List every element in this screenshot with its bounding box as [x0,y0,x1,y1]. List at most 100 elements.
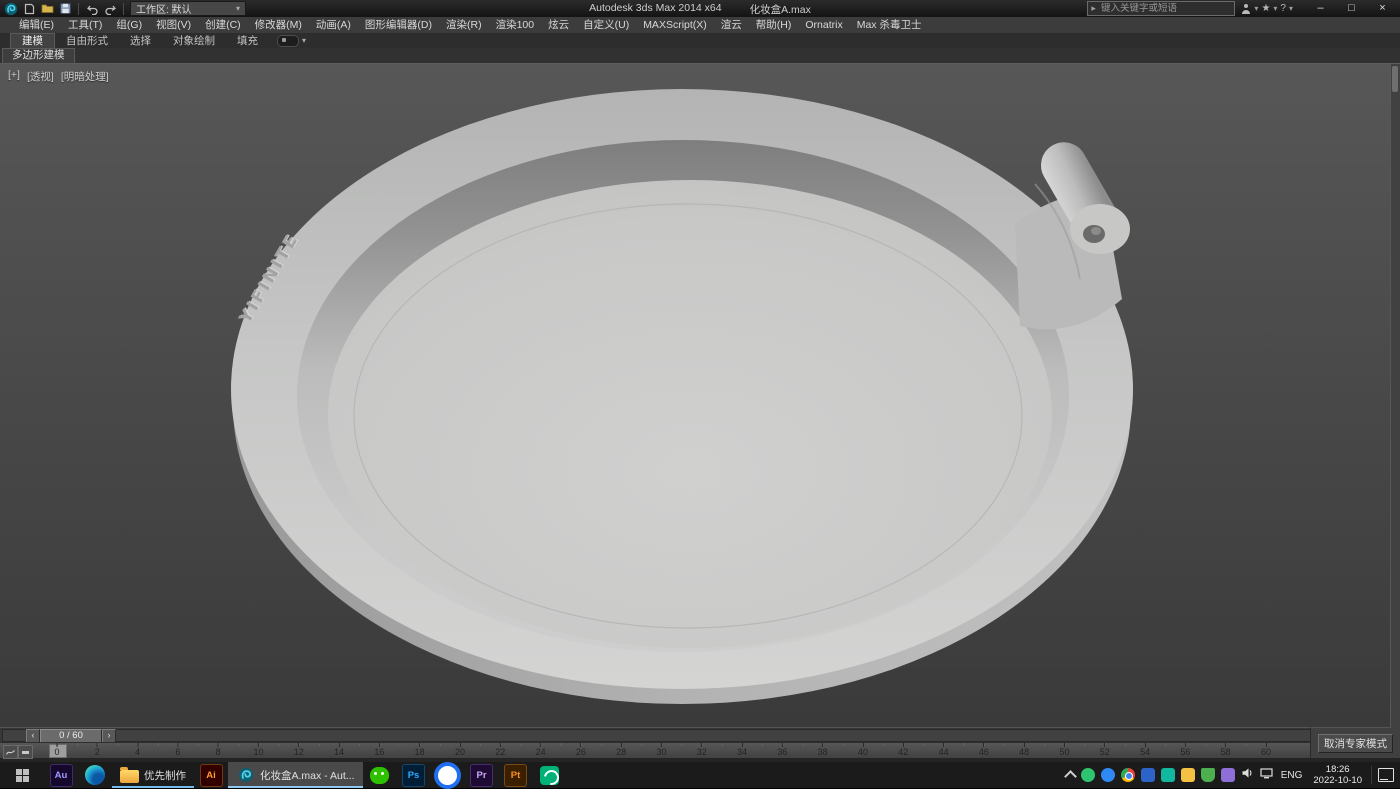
chevron-down-icon[interactable]: ▾ [1273,4,1277,13]
timeline-tick[interactable]: 38 [818,743,828,759]
taskbar-blue-round-app-icon[interactable] [431,762,465,788]
timeline-tick[interactable]: 4 [135,743,140,759]
tray-cloud-icon[interactable] [1141,768,1155,782]
timeline-tick[interactable]: 24 [536,743,546,759]
minimize-button[interactable]: – [1305,1,1336,17]
timeline-tick[interactable]: 8 [216,743,221,759]
viewport-right-scrollbar[interactable] [1390,64,1400,728]
taskbar-edge-icon[interactable] [78,762,112,788]
menu-item[interactable]: MAXScript(X) [636,17,714,33]
cancel-expert-mode-button[interactable]: 取消专家模式 [1318,734,1393,753]
timeline-tick[interactable]: 18 [415,743,425,759]
tray-security-shield-icon[interactable] [1201,768,1215,782]
taskbar-explorer-window[interactable]: 优先制作 [112,762,194,788]
3dsmax-logo-icon[interactable] [3,1,18,16]
panel-tab-polygon-modeling[interactable]: 多边形建模 [2,48,75,64]
maximize-button[interactable]: □ [1336,1,1367,17]
tray-app-icon[interactable] [1161,768,1175,782]
scrollbar-thumb[interactable] [1392,66,1398,92]
menu-item[interactable]: Max 杀毒卫士 [850,17,929,33]
timeline-tick[interactable]: 48 [1019,743,1029,759]
action-center-icon[interactable] [1378,768,1394,782]
open-folder-icon[interactable] [40,2,54,16]
timeline-tick[interactable]: 2 [95,743,100,759]
timeline-tick[interactable]: 6 [175,743,180,759]
timeline-tick[interactable]: 10 [253,743,263,759]
menu-item[interactable]: 创建(C) [198,17,248,33]
search-input[interactable] [1099,2,1231,15]
taskbar-premiere-icon[interactable]: Pr [465,762,499,788]
taskbar-green-app-icon[interactable] [533,762,567,788]
perspective-viewport[interactable]: [+] [透视] [明暗处理] [0,63,1400,728]
timeline-tick[interactable]: 52 [1100,743,1110,759]
help-icon[interactable]: ? [1280,3,1286,14]
language-indicator[interactable]: ENG [1279,770,1305,781]
tray-network-icon[interactable] [1260,766,1273,784]
timeline-tick[interactable]: 26 [576,743,586,759]
taskbar-illustrator-icon[interactable]: Ai [194,762,228,788]
search-arrow-icon[interactable]: ▸ [1091,2,1096,15]
viewport-menu-view[interactable]: [透视] [27,69,54,84]
tray-expand-icon[interactable] [1064,770,1077,783]
ribbon-tab[interactable]: 自由形式 [55,34,119,48]
viewport-menu-plus[interactable]: [+] [8,69,20,84]
save-icon[interactable] [58,2,72,16]
timeline-tick[interactable]: 30 [656,743,666,759]
timeline-tick[interactable]: 16 [374,743,384,759]
timeline-tick[interactable]: 50 [1059,743,1069,759]
timeline-tick[interactable]: 42 [898,743,908,759]
ribbon-tab[interactable]: 建模 [10,33,55,48]
taskbar-3dsmax-window[interactable]: 化妆盒A.max - Aut... [228,762,363,788]
timeline-tick[interactable]: 58 [1221,743,1231,759]
new-file-icon[interactable] [22,2,36,16]
menu-item[interactable]: 编辑(E) [12,17,61,33]
menu-item[interactable]: 动画(A) [309,17,358,33]
timeline-tick[interactable]: 20 [455,743,465,759]
taskbar-audition-icon[interactable]: Au [44,762,78,788]
favorites-star-icon[interactable]: ★ [1261,3,1270,14]
track-bar-filter-icon[interactable] [18,745,33,759]
timeline-tick[interactable]: 34 [737,743,747,759]
redo-icon[interactable] [103,2,117,16]
menu-item[interactable]: 修改器(M) [248,17,309,33]
tray-folder-icon[interactable] [1181,768,1195,782]
time-slider-track[interactable] [2,729,1311,742]
viewport-menu-shading[interactable]: [明暗处理] [61,69,109,84]
undo-icon[interactable] [85,2,99,16]
menu-item[interactable]: 渲染100 [489,17,542,33]
workspace-selector[interactable]: 工作区: 默认 ▾ [130,1,246,16]
timeline-tick[interactable]: 32 [697,743,707,759]
tray-app2-icon[interactable] [1221,768,1235,782]
tray-qq-icon[interactable] [1101,768,1115,782]
timeline-tick[interactable]: 22 [495,743,505,759]
timeline-tick[interactable]: 14 [334,743,344,759]
timeline-ruler[interactable]: 0246810121416182022242628303234363840424… [0,742,1311,759]
taskbar-clock[interactable]: 18:26 2022-10-10 [1310,764,1365,787]
chevron-down-icon[interactable]: ▾ [1254,4,1258,13]
chevron-down-icon[interactable]: ▾ [302,36,306,45]
tray-volume-icon[interactable] [1241,766,1254,784]
timeline-tick[interactable]: 44 [939,743,949,759]
ribbon-tab[interactable]: 对象绘制 [162,34,226,48]
timeline-tick[interactable]: 12 [294,743,304,759]
tray-wechat-icon[interactable] [1081,768,1095,782]
menu-item[interactable]: 自定义(U) [576,17,636,33]
taskbar-wechat-icon[interactable] [363,762,397,788]
menu-item[interactable]: 组(G) [109,17,149,33]
taskbar-photoshop-icon[interactable]: Ps [397,762,431,788]
menu-item[interactable]: 帮助(H) [749,17,799,33]
timeline-tick[interactable]: 54 [1140,743,1150,759]
timeline-tick[interactable]: 0 [54,743,59,759]
timeline-tick[interactable]: 28 [616,743,626,759]
menu-item[interactable]: 图形编辑器(D) [358,17,439,33]
chevron-down-icon[interactable]: ▾ [1289,4,1293,13]
timeline-tick[interactable]: 40 [858,743,868,759]
tray-chrome-icon[interactable] [1121,768,1135,782]
menu-item[interactable]: Ornatrix [798,17,849,33]
ribbon-tab[interactable]: 选择 [119,34,162,48]
close-button[interactable]: × [1367,1,1398,17]
menu-item[interactable]: 渲染(R) [439,17,489,33]
timeline-tick[interactable]: 60 [1261,743,1271,759]
sign-in-icon[interactable] [1241,4,1251,14]
start-button[interactable] [0,762,44,788]
